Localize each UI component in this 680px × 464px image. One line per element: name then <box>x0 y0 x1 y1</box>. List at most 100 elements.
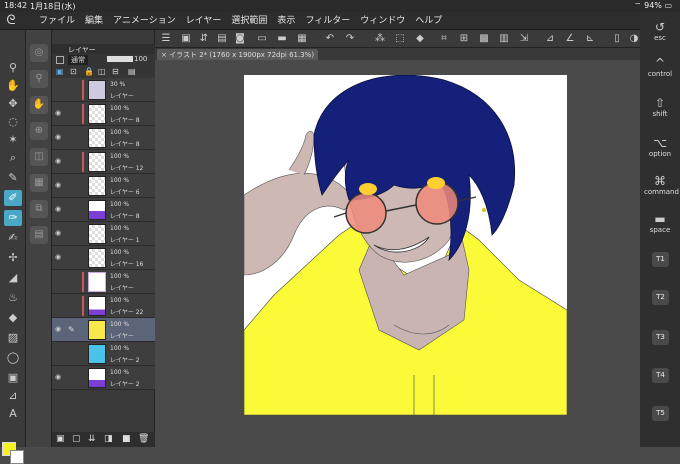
layer-row-10[interactable]: 100 % レイヤー 22 <box>52 294 155 318</box>
brush-icon[interactable]: ✑ <box>4 210 22 226</box>
layer-row-2[interactable]: ◉ 100 % レイヤー 8 <box>52 102 155 126</box>
pen-icon[interactable]: ✎ <box>4 170 22 186</box>
merge-down-icon[interactable]: ⇊ <box>88 434 96 444</box>
layer-row-6[interactable]: ◉ 100 % レイヤー 8 <box>52 198 155 222</box>
canvas-artwork[interactable] <box>244 75 567 415</box>
decoration-icon[interactable]: ✢ <box>4 250 22 266</box>
t5-key[interactable]: T5 <box>652 406 669 421</box>
command-button[interactable]: ⌘ command <box>644 174 679 196</box>
transform-icon[interactable]: ⊞ <box>457 32 471 46</box>
new-layer-icon[interactable]: ▣ <box>56 434 65 444</box>
pen-settings-icon[interactable]: ⊾ <box>583 32 597 46</box>
selection-icon[interactable]: ▩ <box>477 32 491 46</box>
menu-edit[interactable]: 編集 <box>80 15 108 27</box>
more-icon[interactable]: ◑ <box>627 32 641 46</box>
layer-row-8[interactable]: ◉ 100 % レイヤー 16 <box>52 246 155 270</box>
lasso-icon[interactable]: ◌ <box>4 114 22 130</box>
selection-launcher-icon[interactable]: ▥ <box>497 32 511 46</box>
shift-button[interactable]: ⇧ shift <box>644 96 676 118</box>
layer-row-5[interactable]: ◉ 100 % レイヤー 6 <box>52 174 155 198</box>
fill-bucket-icon[interactable]: ◆ <box>413 32 427 46</box>
undo-icon[interactable]: ↶ <box>323 32 337 46</box>
sub-color-swatch[interactable] <box>10 450 24 464</box>
clear-icon[interactable]: ▭ <box>255 32 269 46</box>
menu-selection[interactable]: 選択範囲 <box>226 15 272 27</box>
menu-file[interactable]: ファイル <box>34 15 80 27</box>
zoom-icon[interactable]: ⚲ <box>4 60 22 76</box>
opacity-value[interactable]: 100 <box>134 55 147 63</box>
deselect-icon[interactable]: ⁂ <box>373 32 387 46</box>
layer-row-9[interactable]: 100 % レイヤー <box>52 270 155 294</box>
rotate-icon[interactable]: ⇲ <box>517 32 531 46</box>
control-button[interactable]: ^ control <box>644 56 676 78</box>
subtool-2-icon[interactable]: ⚲ <box>30 70 48 88</box>
layer-color-icon[interactable] <box>56 56 64 64</box>
t4-key[interactable]: T4 <box>652 368 669 383</box>
device-icon[interactable]: ▯ <box>610 32 624 46</box>
eye-icon[interactable]: ◉ <box>55 253 63 261</box>
canvas-area[interactable] <box>155 60 640 447</box>
text-icon[interactable]: A <box>4 406 22 422</box>
save-icon[interactable]: ⇵ <box>197 32 211 46</box>
fill-icon[interactable]: ◆ <box>4 310 22 326</box>
ruler-icon[interactable]: ⊿ <box>543 32 557 46</box>
clip-icon[interactable]: ▣ <box>56 67 64 76</box>
t2-key[interactable]: T2 <box>652 290 669 305</box>
select-all-icon[interactable]: ⬚ <box>393 32 407 46</box>
subtool-3-icon[interactable]: ✋ <box>30 96 48 114</box>
snapshot-icon[interactable]: ◙ <box>233 32 247 46</box>
brush-settings-icon[interactable]: ∠ <box>563 32 577 46</box>
figure-icon[interactable]: ◯ <box>4 350 22 366</box>
move-icon[interactable]: ✥ <box>4 96 22 112</box>
eraser-icon[interactable]: ◢ <box>4 270 22 286</box>
layer-row-1[interactable]: 30 % レイヤー <box>52 78 155 102</box>
airbrush-icon[interactable]: ✍ <box>4 230 22 246</box>
new-folder-icon[interactable]: ▢ <box>72 434 81 444</box>
trash-icon[interactable]: 🗑 <box>138 434 149 444</box>
layer-row-11-selected[interactable]: ◉ ✎ 100 % レイヤー <box>52 318 155 342</box>
mask-create-icon[interactable]: ◨ <box>104 434 113 444</box>
option-button[interactable]: ⌥ option <box>644 136 676 158</box>
layer-row-7[interactable]: ◉ 100 % レイヤー 1 <box>52 222 155 246</box>
hand-icon[interactable]: ✋ <box>4 78 22 94</box>
subtool-6-icon[interactable]: ▦ <box>30 174 48 192</box>
tab-canvas[interactable]: × イラスト 2* (1760 x 1900px 72dpi 61.3%) <box>157 49 319 60</box>
eye-icon[interactable]: ◉ <box>55 229 63 237</box>
eye-icon[interactable]: ◉ <box>55 109 63 117</box>
menu-animation[interactable]: アニメーション <box>108 15 181 27</box>
eye-icon[interactable]: ◉ <box>55 325 63 333</box>
gradient-icon[interactable]: ▨ <box>4 330 22 346</box>
opacity-slider[interactable] <box>107 56 133 62</box>
transparency-icon[interactable]: ▦ <box>295 32 309 46</box>
subtool-5-icon[interactable]: ◫ <box>30 148 48 166</box>
subtool-4-icon[interactable]: ⊕ <box>30 122 48 140</box>
eye-icon[interactable]: ◉ <box>55 157 63 165</box>
eye-icon[interactable]: ◉ <box>55 373 63 381</box>
redo-icon[interactable]: ↷ <box>343 32 357 46</box>
mask-icon[interactable]: ◫ <box>98 67 106 76</box>
menu-window[interactable]: ウィンドウ <box>355 15 410 27</box>
layer-row-4[interactable]: ◉ 100 % レイヤー 12 <box>52 150 155 174</box>
menu-layer[interactable]: レイヤー <box>181 15 227 27</box>
settings-icon[interactable]: ■ <box>122 434 131 444</box>
lock-icon[interactable]: 🔒 <box>84 67 94 76</box>
frame-icon[interactable]: ▣ <box>4 370 22 386</box>
subtool-1-icon[interactable]: ◎ <box>30 44 48 62</box>
menu-view[interactable]: 表示 <box>272 15 300 27</box>
eye-icon[interactable]: ◉ <box>55 181 63 189</box>
eye-icon[interactable]: ◉ <box>55 133 63 141</box>
pencil-icon[interactable]: ✐ <box>4 190 22 206</box>
subtool-7-icon[interactable]: ⧉ <box>30 200 48 218</box>
new-file-icon[interactable]: ▣ <box>179 32 193 46</box>
close-tab-icon[interactable]: × <box>161 51 167 59</box>
reference-icon[interactable]: ⊡ <box>70 67 77 76</box>
app-logo-icon[interactable]: ᘓ <box>2 13 20 29</box>
eyedropper-icon[interactable]: ⌕ <box>4 150 22 166</box>
eye-icon[interactable]: ◉ <box>55 205 63 213</box>
crop-icon[interactable]: ⌗ <box>437 32 451 46</box>
menu-filter[interactable]: フィルター <box>300 15 355 27</box>
magic-wand-icon[interactable]: ✶ <box>4 132 22 148</box>
menu-help[interactable]: ヘルプ <box>410 15 447 27</box>
esc-button[interactable]: ↺ esc <box>644 20 676 42</box>
fill-layer-icon[interactable]: ▬ <box>275 32 289 46</box>
